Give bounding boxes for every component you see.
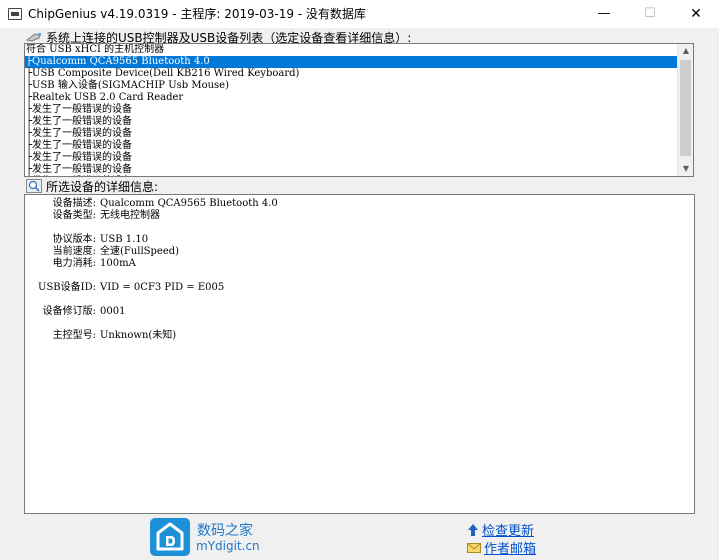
device-list-item[interactable]: ├发生了一般错误的设备 [25,104,678,116]
device-list-item[interactable]: ├发生了一般错误的设备 [25,176,678,177]
device-list-item[interactable]: ├发生了一般错误的设备 [25,128,678,140]
device-list-items: 符合 USB xHCI 的主机控制器 ├Qualcomm QCA9565 Blue… [25,44,678,177]
detail-value: 全速(FullSpeed) [100,246,180,257]
scroll-down-icon[interactable]: ▼ [678,162,693,176]
device-list-scrollbar[interactable]: ▲ ▼ [677,44,693,176]
mydigit-logo-icon[interactable] [150,518,190,556]
detail-value: Unknown(未知) [100,330,177,341]
scroll-up-icon[interactable]: ▲ [678,44,693,58]
detail-value: 0001 [100,306,126,317]
scroll-thumb[interactable] [680,60,691,156]
detail-value: 100mA [100,258,136,269]
detail-key: 设备类型: [52,210,96,221]
detail-value: 无线电控制器 [100,210,160,221]
detail-key: 主控型号: [52,330,96,341]
brand-site[interactable]: mYdigit.cn [196,539,260,553]
author-mail-label: 作者邮箱 [484,542,537,557]
device-list-item[interactable]: ├Realtek USB 2.0 Card Reader [25,92,678,104]
footer-bar [0,515,719,560]
title-bar: ChipGenius v4.19.0319 - 主程序: 2019-03-19 … [0,0,719,28]
detail-key: 设备描述: [52,198,96,209]
detail-row-description: 设备描述: Qualcomm QCA9565 Bluetooth 4.0 [25,198,278,210]
detail-key: USB设备ID: [38,282,96,293]
detail-row-revision: 设备修订版: 0001 [25,306,126,318]
detail-key: 当前速度: [52,246,96,257]
detail-row-type: 设备类型: 无线电控制器 [25,210,160,222]
detail-value: USB 1.10 [100,234,149,245]
device-list-item[interactable]: ├Qualcomm QCA9565 Bluetooth 4.0 [25,56,678,68]
device-list-item[interactable]: ├发生了一般错误的设备 [25,116,678,128]
details-panel[interactable]: 设备描述: Qualcomm QCA9565 Bluetooth 4.0 设备类型… [24,194,695,514]
detail-value: Qualcomm QCA9565 Bluetooth 4.0 [100,198,278,209]
device-list-item[interactable]: ├USB 输入设备(SIGMACHIP Usb Mouse) [25,80,678,92]
maximize-button[interactable]: ☐ [627,0,673,28]
author-mail-link[interactable]: 作者邮箱 [467,538,536,558]
detail-key: 协议版本: [52,234,96,245]
device-list[interactable]: 符合 USB xHCI 的主机控制器 ├Qualcomm QCA9565 Blue… [24,43,694,177]
mail-icon [467,542,481,558]
detail-row-protocol: 协议版本: USB 1.10 [25,234,148,246]
device-list-item[interactable]: ├发生了一般错误的设备 [25,140,678,152]
detail-row-power: 电力消耗: 100mA [25,258,136,270]
device-list-item[interactable]: ├发生了一般错误的设备 [25,164,678,176]
close-button[interactable]: ✕ [673,0,719,28]
device-list-item[interactable]: ├发生了一般错误的设备 [25,152,678,164]
check-update-label: 检查更新 [482,524,535,539]
detail-value: VID = 0CF3 PID = E005 [100,282,225,293]
app-icon [8,8,22,20]
brand-name[interactable]: 数码之家 [197,520,253,540]
details-label-text: 所选设备的详细信息: [46,180,159,194]
detail-key: 设备修订版: [42,306,96,317]
detail-row-usb-id: USB设备ID: VID = 0CF3 PID = E005 [25,282,224,294]
detail-row-speed: 当前速度: 全速(FullSpeed) [25,246,179,258]
minimize-button[interactable]: — [581,0,627,28]
window-title: ChipGenius v4.19.0319 - 主程序: 2019-03-19 … [28,7,366,21]
detail-row-controller: 主控型号: Unknown(未知) [25,330,177,342]
detail-key: 电力消耗: [52,258,96,269]
device-list-item[interactable]: ├USB Composite Device(Dell KB216 Wired K… [25,68,678,80]
device-list-item-host-controller[interactable]: 符合 USB xHCI 的主机控制器 [25,44,678,56]
